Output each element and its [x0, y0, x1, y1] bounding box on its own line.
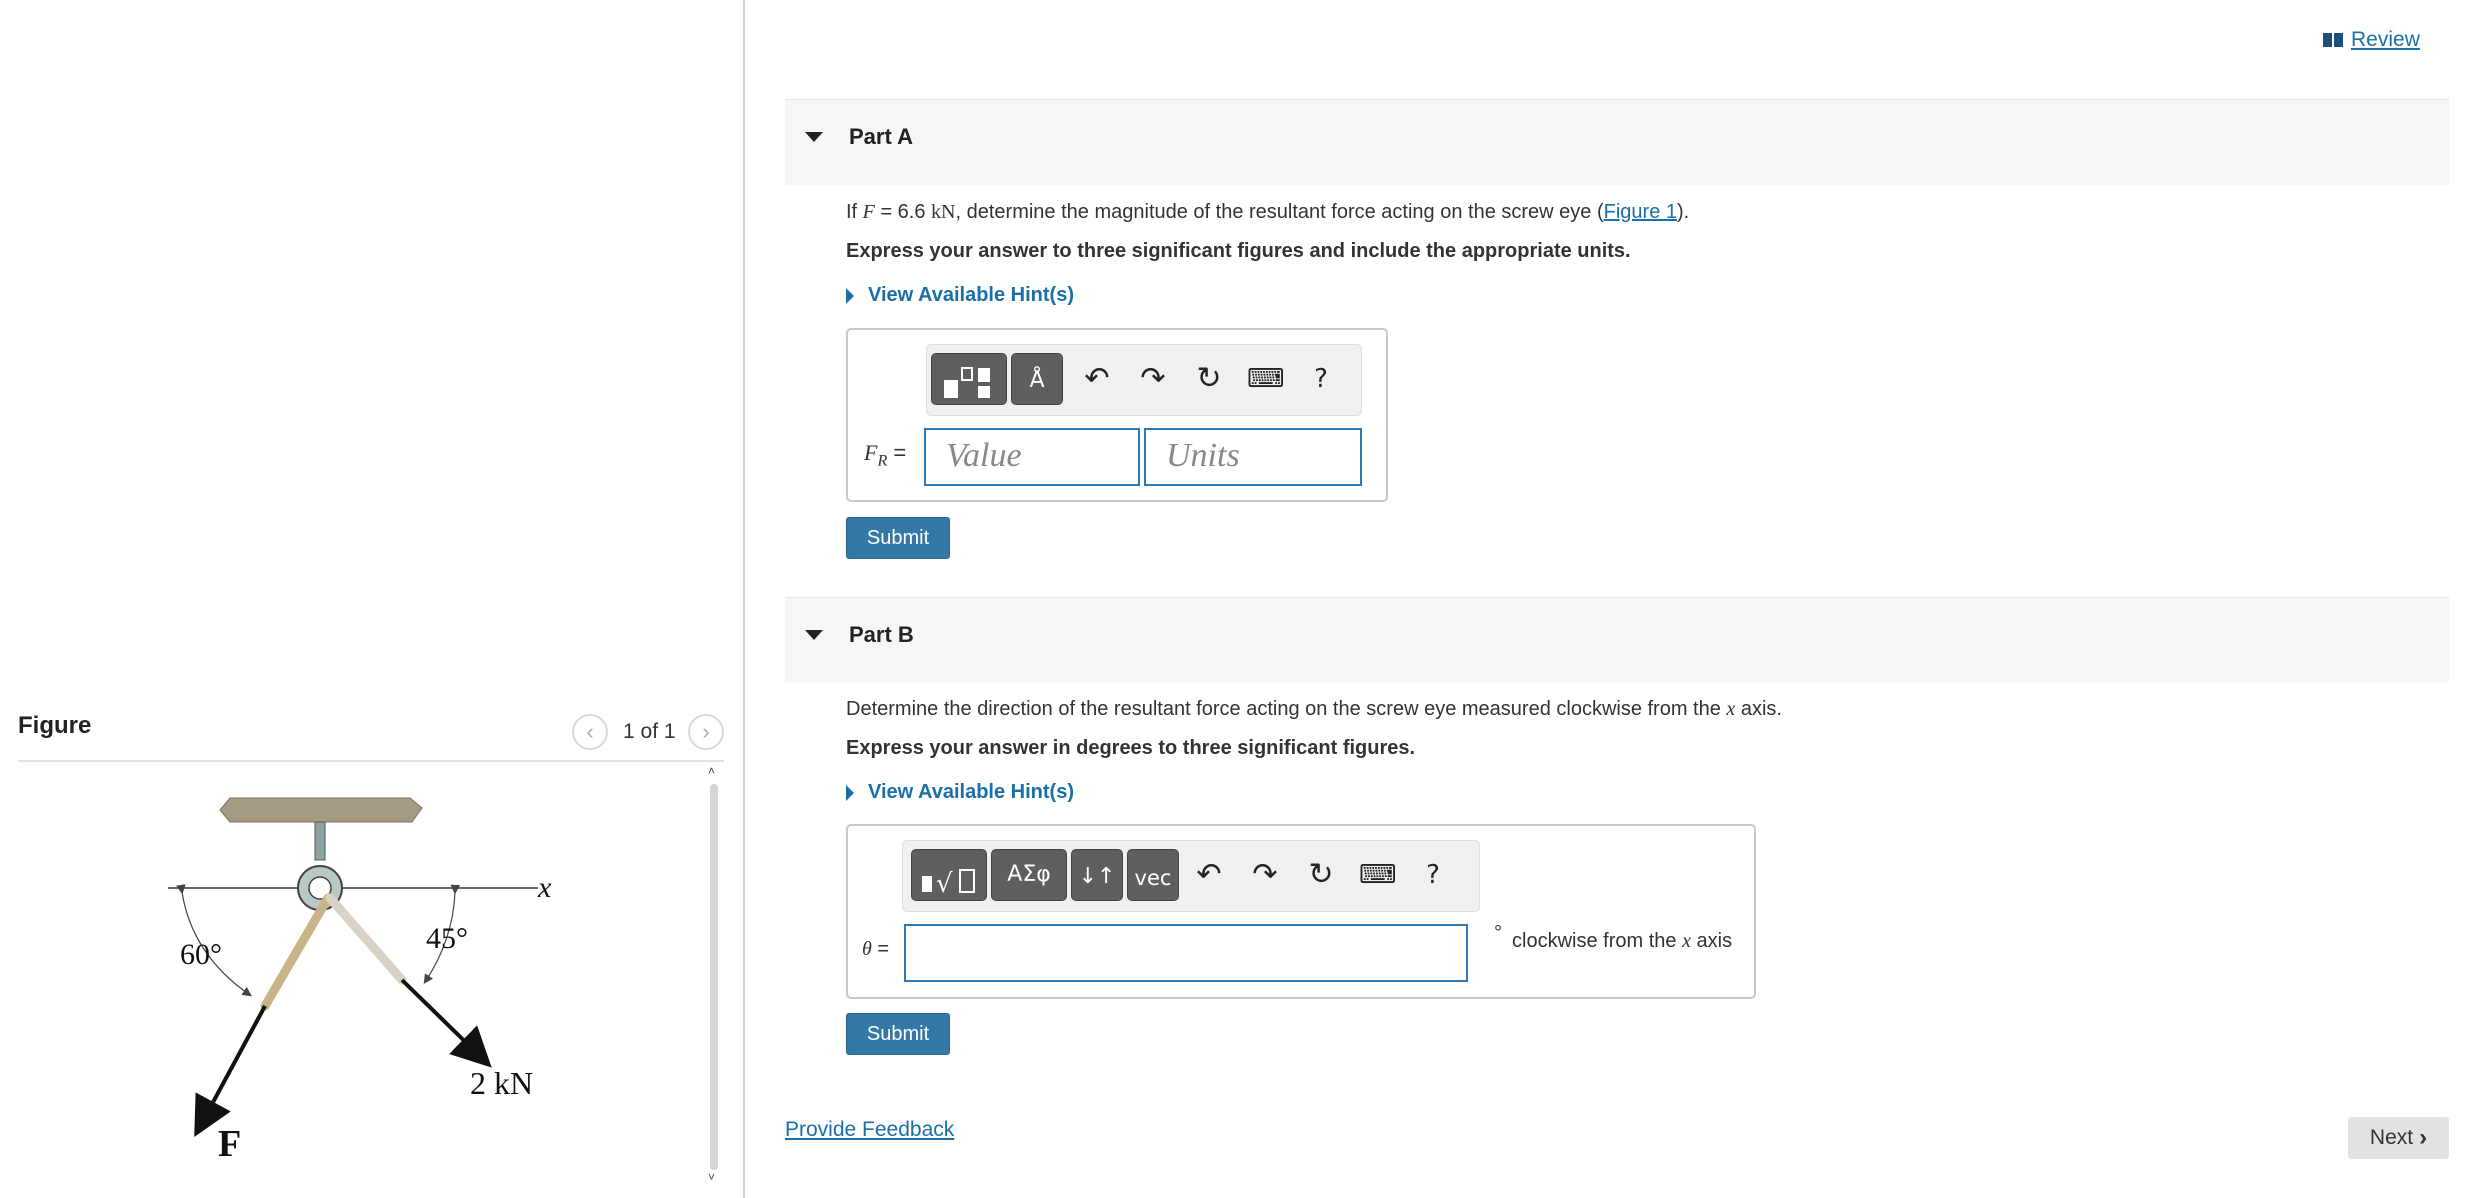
book-icon — [2323, 33, 2343, 47]
templates-button[interactable] — [931, 353, 1007, 405]
force-2kn-label: 2 kN — [470, 1065, 533, 1101]
figure-divider — [18, 760, 724, 762]
arrows-icon: ↓↑ — [1078, 864, 1116, 889]
figure-panel: Figure ‹ 1 of 1 › x 60° 45° 2 kN F ˄ ˅ — [0, 0, 745, 1198]
expand-caret-icon — [846, 784, 854, 801]
redo-icon[interactable]: ↷ — [1135, 359, 1171, 399]
redo-icon[interactable]: ↷ — [1247, 855, 1283, 895]
part-a-submit-button[interactable]: Submit — [846, 517, 950, 559]
vector-button[interactable]: vec — [1127, 849, 1179, 901]
part-b-header[interactable]: Part B — [785, 597, 2449, 683]
angle-45-label: 45° — [426, 922, 468, 955]
part-a-instruction: Express your answer to three significant… — [846, 240, 1631, 262]
review-label: Review — [2351, 28, 2420, 51]
svg-text:√: √ — [936, 869, 953, 899]
templates-button[interactable]: √ — [911, 849, 987, 901]
undo-icon[interactable]: ↶ — [1191, 855, 1227, 895]
reset-icon[interactable]: ↻ — [1303, 855, 1339, 895]
arrows-button[interactable]: ↓↑ — [1071, 849, 1123, 901]
previous-figure-button[interactable]: ‹ — [572, 714, 608, 750]
reset-icon[interactable]: ↻ — [1191, 359, 1227, 399]
units-input[interactable]: Units — [1144, 428, 1362, 486]
figure-1-image: x 60° 45° 2 kN F — [168, 797, 552, 1165]
part-a-title: Part A — [849, 124, 913, 149]
part-b-submit-button[interactable]: Submit — [846, 1013, 950, 1055]
value-input[interactable]: Value — [924, 428, 1140, 486]
figure-title: Figure — [18, 712, 92, 739]
chevron-right-icon: › — [2419, 1124, 2428, 1151]
templates-icon — [944, 367, 990, 398]
part-b-title: Part B — [849, 622, 914, 647]
scroll-up-icon[interactable]: ˄ — [708, 764, 715, 778]
fr-label: FR = — [864, 440, 907, 470]
symbols-button[interactable]: ΑΣφ — [991, 849, 1067, 901]
keyboard-icon[interactable]: ⌨ — [1359, 855, 1397, 895]
angle-input[interactable] — [904, 924, 1468, 982]
help-icon[interactable]: ? — [1415, 855, 1451, 895]
undo-icon[interactable]: ↶ — [1079, 359, 1115, 399]
scroll-thumb[interactable] — [710, 784, 718, 1170]
theta-label: θ = — [862, 938, 890, 960]
chevron-right-icon: › — [702, 719, 710, 744]
part-a-hint-toggle[interactable]: View Available Hint(s) — [846, 284, 1074, 307]
part-a-header[interactable]: Part A — [785, 99, 2449, 185]
symbols-icon: ΑΣφ — [1007, 862, 1051, 887]
part-b-question: Determine the direction of the resultant… — [846, 698, 1782, 720]
review-link[interactable]: Review — [2323, 28, 2420, 52]
part-a-toolbar: Å ↶ ↷ ↻ ⌨ ? — [926, 344, 1362, 416]
degree-unit-label: ° clockwise from the x axis — [1494, 922, 1733, 952]
scroll-down-icon[interactable]: ˅ — [708, 1170, 715, 1184]
templates-icon: √ — [922, 869, 975, 899]
provide-feedback-link[interactable]: Provide Feedback — [785, 1118, 954, 1142]
part-b-toolbar: √ ΑΣφ ↓↑ vec ↶ ↷ ↻ ⌨ ? — [902, 840, 1480, 912]
help-icon[interactable]: ? — [1303, 359, 1339, 399]
collapse-caret-icon — [805, 132, 823, 142]
collapse-caret-icon — [805, 630, 823, 640]
part-b-instruction: Express your answer in degrees to three … — [846, 737, 1416, 759]
part-b-answer-box: √ ΑΣφ ↓↑ vec ↶ ↷ ↻ ⌨ ? θ = ° clockwise fr… — [846, 824, 1756, 999]
part-b-hint-toggle[interactable]: View Available Hint(s) — [846, 781, 1074, 804]
vector-icon: vec — [1134, 866, 1172, 890]
figure-scrollbar[interactable]: ˄ ˅ — [707, 764, 721, 1198]
figure-1-link[interactable]: Figure 1 — [1604, 201, 1677, 223]
force-f-label: F — [218, 1123, 241, 1165]
chevron-left-icon: ‹ — [586, 719, 594, 744]
angle-60-label: 60° — [180, 938, 222, 971]
units-button[interactable]: Å — [1011, 353, 1063, 405]
next-button[interactable]: Next › — [2348, 1117, 2449, 1159]
expand-caret-icon — [846, 287, 854, 304]
keyboard-icon[interactable]: ⌨ — [1247, 359, 1285, 399]
next-figure-button[interactable]: › — [688, 714, 724, 750]
units-icon: Å — [1029, 368, 1045, 393]
part-a-answer-box: Å ↶ ↷ ↻ ⌨ ? FR = Value Units — [846, 328, 1388, 502]
hint-label: View Available Hint(s) — [868, 781, 1074, 803]
part-a-question: If F = 6.6 kN, determine the magnitude o… — [846, 201, 1690, 223]
figure-page-indicator: 1 of 1 — [623, 720, 676, 743]
x-axis-label: x — [537, 871, 552, 904]
next-label: Next — [2369, 1126, 2414, 1149]
hint-label: View Available Hint(s) — [868, 284, 1074, 306]
